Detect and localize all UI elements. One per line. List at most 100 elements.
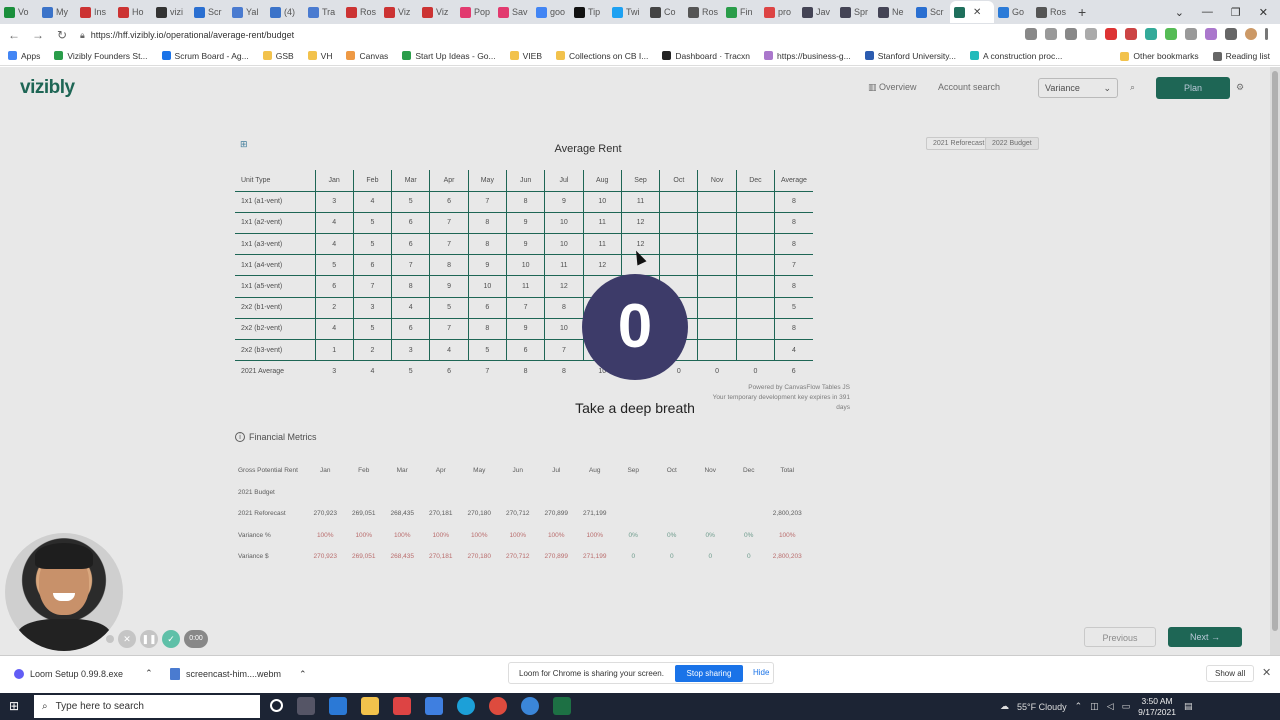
table-cell[interactable]: 9 — [467, 254, 507, 277]
table-cell[interactable]: 5 — [392, 361, 430, 382]
table-cell[interactable]: 6 — [391, 318, 430, 341]
new-tab-icon[interactable]: + — [1078, 4, 1086, 20]
table-cell[interactable]: 4 — [774, 339, 813, 362]
table-cell[interactable] — [383, 482, 422, 504]
table-cell[interactable] — [697, 233, 737, 256]
browser-tab[interactable]: Ne — [874, 1, 912, 23]
table-cell[interactable] — [730, 482, 769, 504]
browser-tab[interactable]: Ros — [1032, 1, 1070, 23]
table-cell[interactable]: 270,180 — [460, 546, 499, 568]
table-cell[interactable]: 8 — [774, 191, 813, 213]
table-cell[interactable]: 0 — [736, 361, 774, 382]
show-all-button[interactable]: Show all — [1206, 665, 1255, 682]
table-cell[interactable] — [697, 275, 737, 298]
table-cell[interactable]: 268,435 — [383, 503, 422, 525]
table-cell[interactable]: Variance % — [238, 525, 306, 547]
table-cell[interactable] — [697, 212, 737, 235]
table-cell[interactable]: 6 — [505, 339, 545, 362]
table-cell[interactable]: 8 — [429, 254, 469, 277]
table-cell[interactable]: 5 — [429, 297, 469, 319]
table-cell[interactable]: 8 — [467, 318, 507, 341]
table-cell[interactable]: 6 — [391, 233, 430, 256]
table-cell[interactable]: 4 — [314, 233, 354, 256]
table-cell[interactable]: 5 — [391, 191, 430, 213]
table-cell[interactable] — [659, 212, 698, 235]
browser-tab[interactable]: Fin — [722, 1, 760, 23]
back-icon[interactable]: ← — [8, 28, 20, 42]
table-cell[interactable]: 270,712 — [499, 546, 538, 568]
scrollbar-thumb[interactable] — [1272, 71, 1278, 631]
network-icon[interactable]: ◫ — [1090, 701, 1099, 712]
menu-icon[interactable] — [1265, 28, 1268, 40]
extension-purple-icon[interactable] — [1205, 28, 1217, 40]
puzzle-icon[interactable] — [1225, 28, 1237, 40]
browser-tab[interactable]: vizi — [152, 1, 190, 23]
table-cell[interactable]: 5 — [352, 212, 392, 235]
table-cell[interactable]: 0% — [730, 525, 769, 547]
bookmark-item[interactable]: https://business-g... — [764, 51, 851, 61]
tab-close-icon[interactable]: ✕ — [973, 7, 981, 18]
browser-tab[interactable]: Scr — [912, 1, 950, 23]
vizibly-logo[interactable]: vizibly — [20, 77, 75, 99]
table-cell[interactable]: 2x2 (b1-vent) — [235, 297, 315, 319]
browser-tab[interactable]: Tip — [570, 1, 608, 23]
reading-list[interactable]: Reading list — [1212, 51, 1270, 61]
table-cell[interactable] — [460, 482, 499, 504]
table-cell[interactable] — [345, 482, 384, 504]
table-cell[interactable]: 270,181 — [422, 503, 461, 525]
table-cell[interactable]: 8 — [774, 233, 813, 256]
reload-icon[interactable]: ↻ — [56, 28, 68, 42]
table-cell[interactable] — [614, 482, 653, 504]
table-cell[interactable]: 4 — [352, 191, 392, 213]
table-cell[interactable] — [730, 503, 769, 525]
table-cell[interactable]: 4 — [314, 318, 354, 341]
table-cell[interactable]: 0% — [653, 525, 692, 547]
table-cell[interactable]: 4 — [353, 361, 391, 382]
browser-tab[interactable]: goo — [532, 1, 570, 23]
bookmark-item[interactable]: Start Up Ideas - Go... — [402, 51, 496, 61]
extension-red-icon[interactable] — [1105, 28, 1117, 40]
table-cell[interactable]: 100% — [306, 525, 345, 547]
bookmark-item[interactable]: Collections on CB I... — [556, 51, 648, 61]
table-cell[interactable]: 10 — [544, 233, 584, 256]
bookmark-item[interactable]: GSB — [262, 51, 294, 61]
table-cell[interactable]: 7 — [505, 297, 545, 319]
table-cell[interactable] — [537, 482, 576, 504]
table-cell[interactable] — [735, 339, 775, 362]
table-cell[interactable]: 0 — [653, 546, 692, 568]
table-cell[interactable]: 5 — [314, 254, 354, 277]
table-cell[interactable]: 10 — [505, 254, 545, 277]
table-cell[interactable]: 6 — [314, 275, 354, 298]
task-view-icon[interactable] — [297, 697, 315, 715]
table-cell[interactable]: 5 — [467, 339, 507, 362]
table-cell[interactable]: 269,051 — [345, 503, 384, 525]
table-cell[interactable]: 0 — [730, 546, 769, 568]
table-cell[interactable] — [735, 318, 775, 341]
table-cell[interactable]: 8 — [391, 275, 430, 298]
table-cell[interactable]: 7 — [391, 254, 430, 277]
table-cell[interactable]: 6 — [352, 254, 392, 277]
star-icon[interactable] — [1085, 28, 1097, 40]
battery-icon[interactable]: ▭ — [1122, 701, 1131, 712]
browser-tab[interactable]: Vo — [0, 1, 38, 23]
file-explorer-icon[interactable] — [361, 697, 379, 715]
close-window-icon[interactable]: ✕ — [1259, 6, 1268, 19]
clock[interactable]: 3:50 AM 9/17/2021 — [1138, 696, 1176, 718]
drive-icon[interactable] — [1145, 28, 1157, 40]
bookmark-item[interactable]: Scrum Board - Ag... — [161, 51, 249, 61]
bookmark-item[interactable]: Apps — [8, 51, 40, 61]
export-icon[interactable]: ⊞ — [240, 139, 248, 150]
table-cell[interactable]: 6 — [391, 212, 430, 235]
table-cell[interactable]: 10 — [467, 275, 507, 298]
table-cell[interactable] — [735, 254, 775, 277]
table-cell[interactable] — [306, 482, 345, 504]
table-cell[interactable] — [691, 503, 730, 525]
table-cell[interactable]: 11 — [505, 275, 545, 298]
table-cell[interactable]: 1x1 (a4-vent) — [235, 254, 315, 277]
next-button[interactable]: Next → — [1168, 627, 1242, 647]
cortana-icon[interactable] — [270, 699, 283, 712]
table-cell[interactable]: 270,712 — [499, 503, 538, 525]
profile-avatar[interactable] — [1245, 28, 1257, 40]
table-cell[interactable]: 1x1 (a1-vent) — [235, 191, 315, 213]
table-cell[interactable]: 270,181 — [422, 546, 461, 568]
